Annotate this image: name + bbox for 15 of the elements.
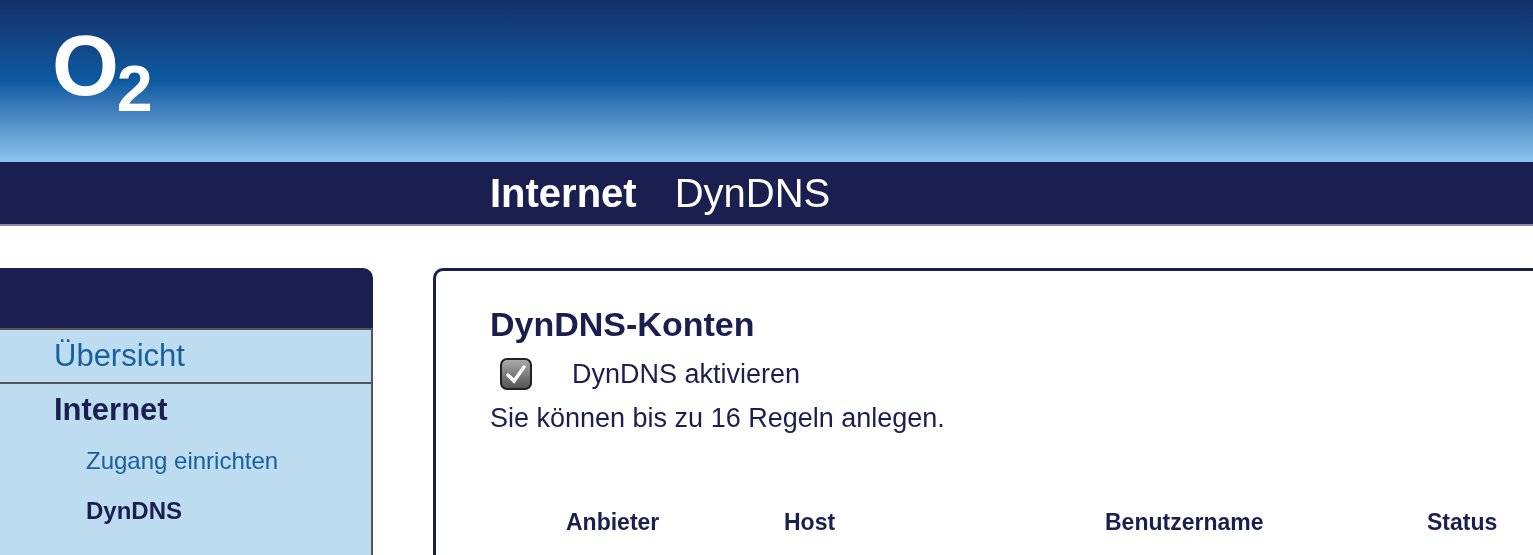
info-text: Sie können bis zu 16 Regeln anlegen. <box>490 402 945 435</box>
column-header: Benutzername <box>1105 508 1264 535</box>
sidebar-item[interactable]: Internet <box>0 384 371 436</box>
sidebar-item[interactable]: Übersicht <box>0 330 371 382</box>
column-header: Host <box>784 508 836 535</box>
check-icon <box>505 363 527 384</box>
page-title: DynDNS <box>674 170 831 217</box>
section-title: Internet <box>490 170 637 217</box>
panel-heading: DynDNS-Konten <box>490 304 755 345</box>
checkbox-label: DynDNS aktivieren <box>572 357 801 391</box>
checkbox[interactable] <box>500 357 532 390</box>
column-header: Status <box>1427 508 1498 535</box>
sidebar-subitem[interactable]: DynDNS <box>0 486 371 536</box>
sidebar-subitem[interactable]: Zugang einrichten <box>0 436 371 486</box>
column-header: Anbieter <box>566 508 660 535</box>
